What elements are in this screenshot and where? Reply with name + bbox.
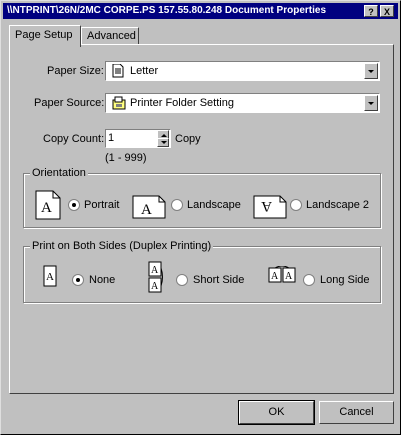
paper-source-label: Paper Source: xyxy=(34,97,105,109)
paper-source-select[interactable]: Printer Folder Setting xyxy=(105,93,380,113)
landscape-2-radio[interactable] xyxy=(290,199,302,211)
short-side-icon-letter-bottom: A xyxy=(151,281,159,292)
arrow-down-icon xyxy=(161,141,167,144)
paper-source-dropdown-button[interactable] xyxy=(364,95,378,111)
long-side-icon-letter-left: A xyxy=(271,271,279,282)
copy-count-input[interactable]: 1 xyxy=(105,129,171,148)
duplex-none-icon: A xyxy=(43,265,57,287)
title-bar[interactable]: \\NTPRINT\26N/2MC CORPE.PS 157.55.80.248… xyxy=(3,3,398,19)
document-properties-window: \\NTPRINT\26N/2MC CORPE.PS 157.55.80.248… xyxy=(0,0,401,435)
portrait-radio[interactable] xyxy=(68,199,80,211)
paper-size-value: Letter xyxy=(130,65,159,77)
landscape-page-icon: A xyxy=(132,195,166,219)
landscape-2-page-icon: A xyxy=(253,195,287,219)
long-side-flip-icon: A A xyxy=(268,266,296,283)
tab-page-setup-label: Page Setup xyxy=(15,29,73,41)
orientation-title: Orientation xyxy=(30,167,88,179)
portrait-icon-letter: A xyxy=(41,200,52,216)
close-button[interactable]: X xyxy=(380,5,394,17)
paper-source-value: Printer Folder Setting xyxy=(130,97,234,109)
landscape-icon-letter: A xyxy=(141,202,152,218)
ok-button[interactable]: OK xyxy=(238,400,315,425)
tab-advanced-label: Advanced xyxy=(87,30,136,42)
short-side-flip-icon: A A xyxy=(148,261,163,293)
duplex-long-side-label[interactable]: Long Side xyxy=(320,274,370,286)
duplex-none-label[interactable]: None xyxy=(89,274,115,286)
cancel-button[interactable]: Cancel xyxy=(319,401,394,424)
landscape-radio[interactable] xyxy=(171,199,183,211)
portrait-label[interactable]: Portrait xyxy=(84,199,119,211)
copy-count-label: Copy Count: xyxy=(43,133,105,145)
duplex-title: Print on Both Sides (Duplex Printing) xyxy=(30,240,214,252)
duplex-none-radio[interactable] xyxy=(72,274,84,286)
landscape-2-icon-letter: A xyxy=(261,198,272,214)
page-setup-panel: Paper Size: Letter Paper Source: Printer… xyxy=(9,44,394,394)
landscape-2-label[interactable]: Landscape 2 xyxy=(306,199,369,211)
tab-page-setup[interactable]: Page Setup xyxy=(9,25,81,47)
printer-folder-icon xyxy=(112,96,126,110)
long-side-icon-letter-right: A xyxy=(285,271,293,282)
copy-unit-label: Copy xyxy=(175,133,201,145)
window-title: \\NTPRINT\26N/2MC CORPE.PS 157.55.80.248… xyxy=(7,5,326,16)
short-side-icon-letter-top: A xyxy=(151,265,159,276)
help-button[interactable]: ? xyxy=(364,5,378,17)
copy-count-value: 1 xyxy=(108,132,115,144)
paper-size-select[interactable]: Letter xyxy=(105,61,380,81)
copy-count-down-button[interactable] xyxy=(157,138,169,147)
document-icon xyxy=(112,64,124,78)
paper-size-label: Paper Size: xyxy=(47,65,104,77)
copy-range-hint: (1 - 999) xyxy=(105,152,147,164)
paper-size-dropdown-button[interactable] xyxy=(364,63,378,79)
duplex-short-side-label[interactable]: Short Side xyxy=(193,274,244,286)
tab-advanced[interactable]: Advanced xyxy=(81,27,139,44)
portrait-page-icon: A xyxy=(35,190,61,220)
duplex-long-side-radio[interactable] xyxy=(303,274,315,286)
landscape-label[interactable]: Landscape xyxy=(187,199,241,211)
duplex-none-icon-letter: A xyxy=(46,271,54,283)
duplex-short-side-radio[interactable] xyxy=(176,274,188,286)
